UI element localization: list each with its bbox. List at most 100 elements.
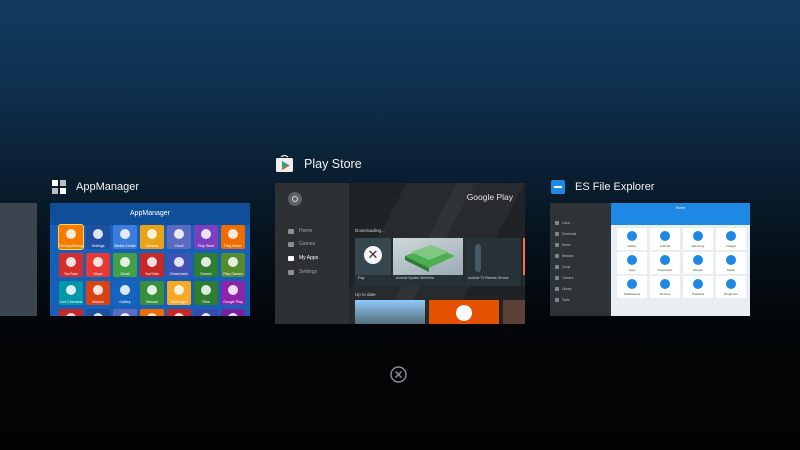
folder-icon (555, 254, 559, 258)
nav-item-label: Home (299, 228, 313, 234)
close-all-icon[interactable] (390, 366, 407, 383)
app-tile[interactable]: AMAnager (167, 281, 191, 305)
app-glyph-icon (174, 257, 184, 267)
app-tile[interactable]: Old AppManager (58, 224, 84, 250)
up-to-date-tile[interactable] (503, 300, 525, 324)
app-tile[interactable]: Live Channels (59, 281, 83, 305)
app-tile[interactable]: Play Games (221, 253, 245, 277)
es-sidebar-item[interactable]: Tools (555, 298, 569, 302)
app-glyph-icon (228, 257, 238, 267)
es-file-item[interactable]: Notifications (617, 276, 647, 298)
app-tile[interactable]: YouTube (140, 253, 164, 277)
es-file-item[interactable]: Android (650, 228, 680, 250)
es-file-label: Images (726, 244, 736, 248)
es-file-item[interactable]: Images (716, 228, 746, 250)
app-tile[interactable]: Google Play (221, 281, 245, 305)
es-sidebar-item[interactable]: Home (555, 243, 571, 247)
app-tile[interactable]: Gallery (113, 281, 137, 305)
app-tile[interactable] (140, 309, 164, 316)
search-icon[interactable] (288, 192, 302, 206)
folder-icon (555, 232, 559, 236)
es-sidebar-item[interactable]: Network (555, 254, 574, 258)
app-glyph-icon (174, 285, 184, 295)
app-tile-label: Media Center (114, 244, 136, 248)
app-tile[interactable]: Maps (86, 253, 110, 277)
folder-icon (555, 221, 559, 225)
previous-app-card-peek[interactable] (0, 203, 37, 316)
app-tile[interactable]: Play Music (221, 225, 245, 249)
up-to-date-tile[interactable] (355, 300, 425, 324)
app-tile-label: Old AppManager (59, 244, 83, 248)
es-file-explorer-recent-card[interactable]: Local Download Home Network Cloud Camera Libra… (550, 203, 750, 316)
app-glyph-icon (174, 313, 184, 316)
es-file-label: Podcasts (691, 292, 705, 296)
download-tile-webview[interactable]: Android System WebView (393, 238, 463, 286)
folder-icon (627, 255, 637, 265)
playstore-recent-card[interactable]: Home Games My Apps Settings Google Play … (275, 183, 525, 324)
es-sidebar-item[interactable]: Download (555, 232, 576, 236)
nav-item-settings[interactable]: Settings (288, 269, 317, 275)
app-tile[interactable] (59, 309, 83, 316)
app-tile[interactable]: Clock (167, 225, 191, 249)
es-file-label: Music (727, 268, 735, 272)
app-tile[interactable] (221, 309, 245, 316)
app-tile-label: Play Music (224, 244, 242, 248)
app-tile[interactable]: Search (194, 253, 218, 277)
es-file-item[interactable]: Podcasts (683, 276, 713, 298)
es-file-item[interactable]: Movies (683, 252, 713, 274)
app-tile[interactable]: Movies (86, 281, 110, 305)
app-glyph-icon (147, 257, 157, 267)
home-icon (288, 228, 294, 234)
es-file-item[interactable]: Apps (617, 252, 647, 274)
close-icon[interactable]: ✕ (364, 246, 382, 264)
folder-icon (660, 279, 670, 289)
es-file-item[interactable]: Gallery (617, 228, 647, 250)
app-glyph-icon (201, 285, 211, 295)
app-glyph-icon (120, 313, 130, 316)
app-tile-label: Wecast (146, 300, 158, 304)
app-tile[interactable] (167, 309, 191, 316)
es-file-item[interactable]: Samsung (683, 228, 713, 250)
app-tile-label: Chrome (145, 244, 159, 248)
es-sidebar-label: Network (562, 254, 574, 258)
es-file-item[interactable]: Downloads (650, 252, 680, 274)
es-sidebar-item[interactable]: Local (555, 221, 570, 225)
app-manager-icon (52, 180, 66, 194)
app-tile[interactable]: Downloads (167, 253, 191, 277)
es-file-item[interactable]: Ringtones (716, 276, 746, 298)
app-tile[interactable] (113, 309, 137, 316)
nav-item-games[interactable]: Games (288, 241, 315, 247)
download-tile-partial[interactable] (523, 238, 525, 286)
appmanager-recent-card[interactable]: AppManager Old AppManager Settings Media C… (50, 203, 250, 316)
app-tile[interactable]: Settings (86, 225, 110, 249)
app-tile[interactable]: Chrome (140, 225, 164, 249)
app-tile[interactable] (86, 309, 110, 316)
app-tile[interactable]: Files (194, 281, 218, 305)
es-sidebar-item[interactable]: Cloud (555, 265, 570, 269)
appmanager-header: AppManager (50, 203, 250, 225)
gamepad-icon (288, 241, 294, 247)
app-badge-icon (456, 305, 472, 321)
es-file-label: Downloads (657, 268, 673, 272)
app-tile[interactable]: YouTube (59, 253, 83, 277)
app-tile[interactable]: Wecast (140, 281, 164, 305)
nav-item-home[interactable]: Home (288, 228, 312, 234)
es-file-item[interactable]: Music (716, 252, 746, 274)
es-file-item[interactable]: Pictures (650, 276, 680, 298)
download-tile-play[interactable]: ✕ Play (355, 238, 391, 286)
up-to-date-tile[interactable] (429, 300, 499, 324)
app-tile-label: Downloads (170, 272, 188, 276)
app-tile[interactable]: Media Center (113, 225, 137, 249)
app-tile[interactable]: Gmail (113, 253, 137, 277)
folder-icon (555, 276, 559, 280)
appmanager-title-text: AppManager (76, 181, 139, 193)
es-sidebar-item[interactable]: Library (555, 287, 572, 291)
app-tile[interactable]: Play Store (194, 225, 218, 249)
app-tile-label: Movies (92, 300, 104, 304)
es-sidebar-item[interactable]: Camera (555, 276, 573, 280)
app-glyph-icon (147, 313, 157, 316)
app-tile[interactable] (194, 309, 218, 316)
nav-item-my-apps[interactable]: My Apps (288, 255, 318, 261)
download-tile-tv-remote[interactable]: Android TV Remote Service (465, 238, 521, 286)
es-file-label: Pictures (659, 292, 671, 296)
